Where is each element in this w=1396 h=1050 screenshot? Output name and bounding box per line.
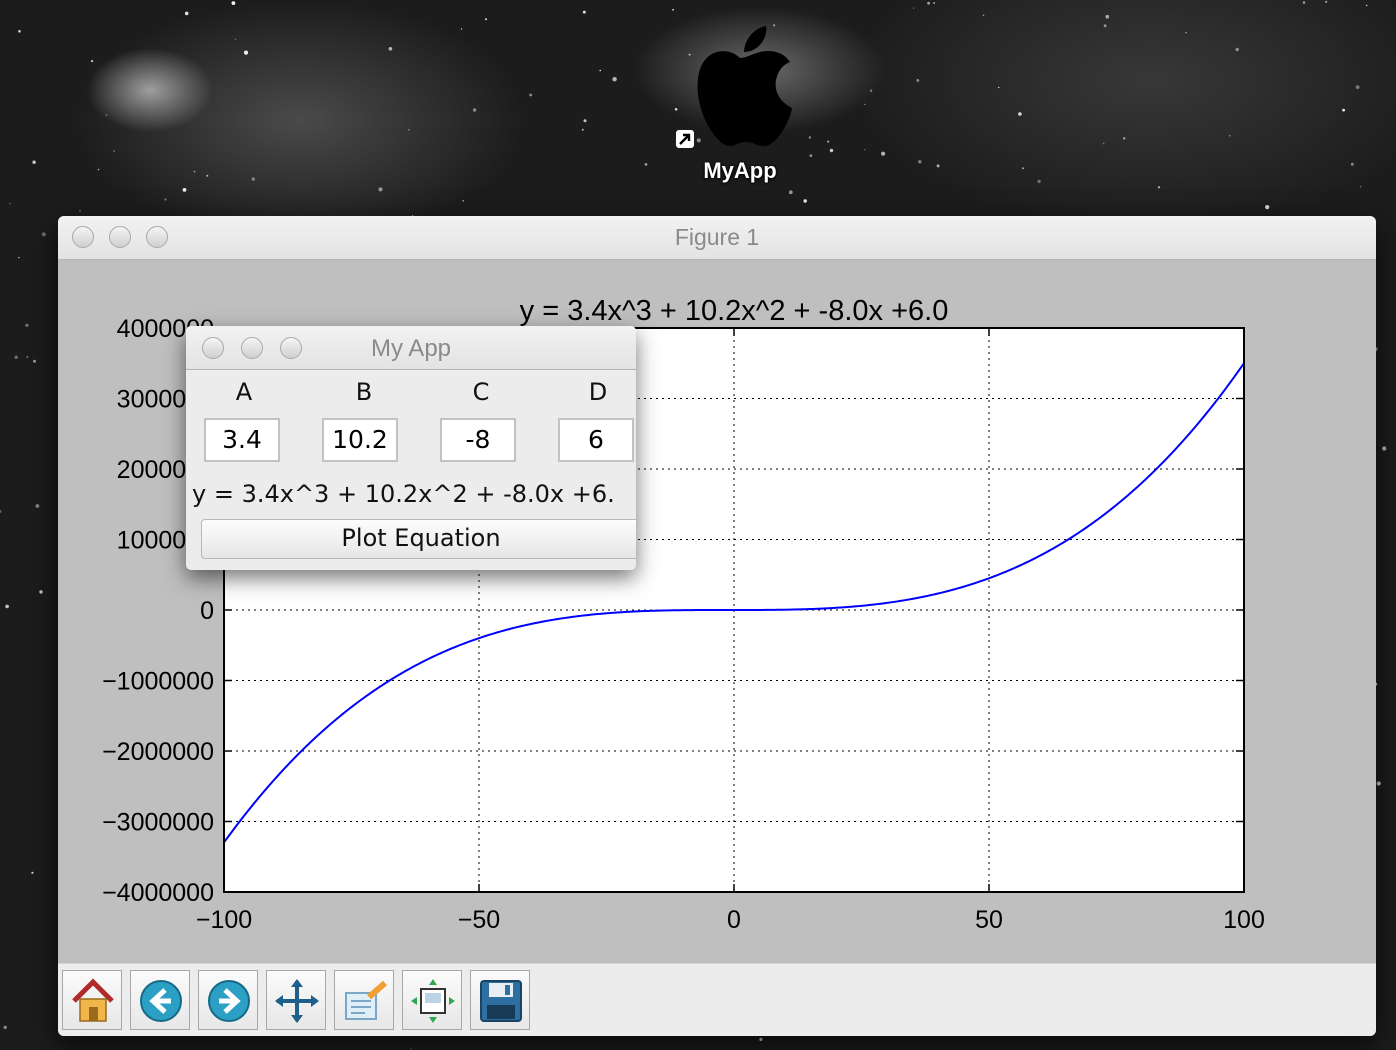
home-button[interactable]	[62, 970, 122, 1030]
x-tick-label: −50	[458, 906, 500, 934]
desktop-icon-label: MyApp	[703, 158, 777, 183]
x-tick-label: 100	[1223, 906, 1265, 934]
back-button[interactable]	[130, 970, 190, 1030]
chart-title: y = 3.4x^3 + 10.2x^2 + -8.0x +6.0	[520, 295, 949, 327]
zoom-button[interactable]	[334, 970, 394, 1030]
coefficient-a-input[interactable]: 3.4	[204, 418, 280, 462]
label-a: A	[235, 378, 253, 406]
y-tick-label: −4000000	[102, 879, 214, 907]
label-b: B	[355, 378, 373, 406]
coefficient-c-input[interactable]: -8	[440, 418, 516, 462]
x-tick-label: −100	[196, 906, 252, 934]
subplots-button[interactable]	[402, 970, 462, 1030]
navigation-toolbar	[58, 963, 1376, 1036]
coefficient-d-input[interactable]: 6	[558, 418, 634, 462]
y-tick-label: −1000000	[102, 668, 214, 696]
figure-titlebar[interactable]: Figure 1	[58, 216, 1376, 260]
desktop-app-icon[interactable]: MyApp	[672, 22, 808, 184]
forward-button[interactable]	[198, 970, 258, 1030]
coefficient-b-input[interactable]: 10.2	[322, 418, 398, 462]
plot-equation-button[interactable]: Plot Equation	[201, 519, 636, 559]
save-button[interactable]	[470, 970, 530, 1030]
pan-button[interactable]	[266, 970, 326, 1030]
dialog-title: My App	[370, 335, 452, 362]
my-app-dialog: My App A B C D 3.4 10.2 -8 6 y = 3.4x^3 …	[186, 326, 636, 570]
x-tick-label: 0	[727, 906, 741, 934]
apple-logo-icon	[697, 26, 792, 146]
y-tick-label: 0	[200, 597, 214, 625]
x-tick-label: 50	[975, 906, 1003, 934]
home-icon	[72, 978, 114, 1022]
pan-move-icon	[275, 979, 319, 1023]
floppy-disk-icon	[480, 980, 522, 1022]
label-c: C	[472, 378, 490, 406]
y-tick-label: −2000000	[102, 738, 214, 766]
window-title: Figure 1	[674, 224, 760, 250]
y-tick-label: −3000000	[102, 809, 214, 837]
back-arrow-icon	[140, 980, 182, 1022]
configure-subplots-icon	[411, 979, 455, 1023]
dialog-titlebar[interactable]: My App	[186, 326, 636, 370]
label-d: D	[588, 378, 608, 406]
alias-arrow-icon	[676, 130, 694, 148]
equation-preview: y = 3.4x^3 + 10.2x^2 + -8.0x +6.	[192, 480, 615, 508]
forward-arrow-icon	[208, 980, 250, 1022]
zoom-rect-icon	[345, 980, 387, 1020]
